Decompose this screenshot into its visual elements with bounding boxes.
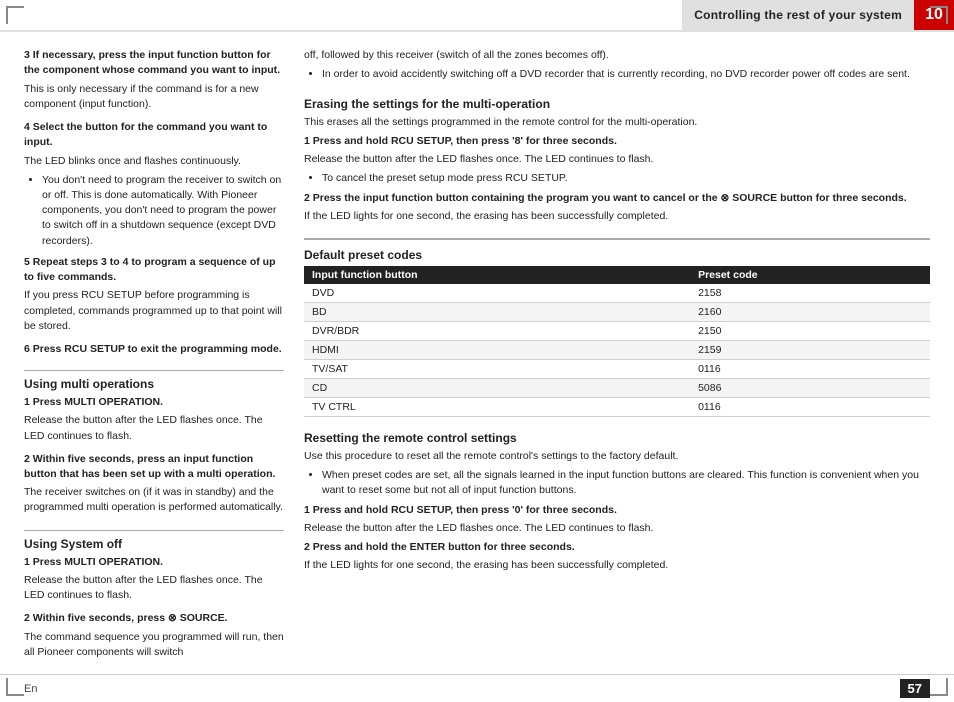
reset-step2-heading-text: 2 Press and hold the ENTER button for th… (304, 541, 575, 553)
erase-step2-heading-text: 2 Press the input function button contai… (304, 192, 907, 204)
table-row: TV CTRL0116 (304, 397, 930, 416)
erase-intro: This erases all the settings programmed … (304, 115, 930, 130)
multi-ops-title: Using multi operations (24, 377, 284, 391)
erase-step2-heading: 2 Press the input function button contai… (304, 191, 930, 206)
table-row: BD2160 (304, 302, 930, 321)
table-row: CD5086 (304, 378, 930, 397)
reset-intro: Use this procedure to reset all the remo… (304, 449, 930, 464)
table-cell-code: 0116 (690, 359, 930, 378)
erase-step1-heading-text: 1 Press and hold RCU SETUP, then press '… (304, 135, 617, 147)
corner-mark-tl (6, 6, 24, 24)
table-header-input: Input function button (304, 266, 690, 284)
erase-step1-bullets: To cancel the preset setup mode press RC… (304, 171, 930, 186)
top-bar: Controlling the rest of your system 10 (0, 0, 954, 32)
step6-heading: 6 Press RCU SETUP to exit the programmin… (24, 342, 284, 357)
table-cell-input: BD (304, 302, 690, 321)
sysoff-step2-heading: 2 Within five seconds, press ⊗ SOURCE. (24, 611, 284, 626)
step5-body: If you press RCU SETUP before programmin… (24, 288, 284, 334)
table-row: DVR/BDR2150 (304, 321, 930, 340)
step3-heading-text: 3 If necessary, press the input function… (24, 49, 280, 76)
footer: En 57 (0, 674, 954, 702)
corner-mark-br (930, 678, 948, 696)
reset-step1-heading-text: 1 Press and hold RCU SETUP, then press '… (304, 504, 617, 516)
multi-step1-heading: 1 Press MULTI OPERATION. (24, 395, 284, 410)
divider-multi (24, 370, 284, 371)
preset-title: Default preset codes (304, 248, 930, 262)
chapter-title: Controlling the rest of your system (694, 8, 902, 22)
table-cell-code: 0116 (690, 397, 930, 416)
step3-note: This is only necessary if the command is… (24, 82, 284, 112)
erase-step2-body: If the LED lights for one second, the er… (304, 209, 930, 224)
divider-sysoff (24, 530, 284, 531)
chapter-title-area: Controlling the rest of your system (682, 0, 914, 30)
multi-step2-heading-text: 2 Within five seconds, press an input fu… (24, 453, 275, 480)
table-cell-input: TV/SAT (304, 359, 690, 378)
right-column: off, followed by this receiver (switch o… (304, 48, 930, 664)
step4-body: The LED blinks once and flashes continuo… (24, 154, 284, 169)
multi-step2-body: The receiver switches on (if it was in s… (24, 485, 284, 515)
sysoff-bullet1: In order to avoid accidently switching o… (322, 67, 930, 82)
reset-title: Resetting the remote control settings (304, 431, 930, 445)
table-cell-input: HDMI (304, 340, 690, 359)
sysoff-step2-body: The command sequence you programmed will… (24, 630, 284, 660)
table-cell-code: 2159 (690, 340, 930, 359)
reset-step2-body: If the LED lights for one second, the er… (304, 558, 930, 573)
table-cell-code: 2158 (690, 284, 930, 303)
reset-section: Resetting the remote control settings Us… (304, 431, 930, 578)
reset-bullet1: When preset codes are set, all the signa… (322, 468, 930, 498)
main-content: 3 If necessary, press the input function… (0, 32, 954, 674)
table-header-code: Preset code (690, 266, 930, 284)
reset-step1-heading: 1 Press and hold RCU SETUP, then press '… (304, 503, 930, 518)
table-row: DVD2158 (304, 284, 930, 303)
erase-section: Erasing the settings for the multi-opera… (304, 97, 930, 228)
left-column: 3 If necessary, press the input function… (24, 48, 284, 664)
page-number: 57 (900, 679, 930, 698)
table-row: TV/SAT0116 (304, 359, 930, 378)
footer-page: 57 (900, 679, 930, 698)
multi-step1-body: Release the button after the LED flashes… (24, 413, 284, 443)
erase-step1-bullet: To cancel the preset setup mode press RC… (322, 171, 930, 186)
step6-heading-text: 6 Press RCU SETUP to exit the programmin… (24, 343, 282, 355)
corner-mark-tr (930, 6, 948, 24)
table-cell-input: CD (304, 378, 690, 397)
step4-heading: 4 Select the button for the command you … (24, 120, 284, 150)
table-cell-input: DVR/BDR (304, 321, 690, 340)
table-cell-input: DVD (304, 284, 690, 303)
table-cell-code: 2160 (690, 302, 930, 321)
multi-step2-heading: 2 Within five seconds, press an input fu… (24, 452, 284, 482)
reset-step2-heading: 2 Press and hold the ENTER button for th… (304, 540, 930, 555)
step3-heading: 3 If necessary, press the input function… (24, 48, 284, 78)
sysoff-continued: off, followed by this receiver (switch o… (304, 48, 930, 63)
sysoff-title: Using System off (24, 537, 284, 551)
sysoff-step2-heading-text: 2 Within five seconds, press ⊗ SOURCE. (24, 612, 228, 624)
erase-title: Erasing the settings for the multi-opera… (304, 97, 930, 111)
step5-heading-text: 5 Repeat steps 3 to 4 to program a seque… (24, 256, 275, 283)
table-cell-code: 2150 (690, 321, 930, 340)
erase-step1-body: Release the button after the LED flashes… (304, 152, 930, 167)
sysoff-step1-heading: 1 Press MULTI OPERATION. (24, 555, 284, 570)
step4-bullets: You don't need to program the receiver t… (24, 173, 284, 251)
reset-bullets: When preset codes are set, all the signa… (304, 468, 930, 498)
table-cell-code: 5086 (690, 378, 930, 397)
preset-codes-table: Input function button Preset code DVD215… (304, 266, 930, 417)
footer-lang: En (24, 683, 37, 695)
step4-bullet1: You don't need to program the receiver t… (42, 173, 284, 249)
erase-step1-heading: 1 Press and hold RCU SETUP, then press '… (304, 134, 930, 149)
preset-section: Default preset codes Input function butt… (304, 238, 930, 417)
step5-heading: 5 Repeat steps 3 to 4 to program a seque… (24, 255, 284, 285)
sysoff-bullets: In order to avoid accidently switching o… (304, 67, 930, 84)
reset-step1-body: Release the button after the LED flashes… (304, 521, 930, 536)
sysoff-step1-body: Release the button after the LED flashes… (24, 573, 284, 603)
table-cell-input: TV CTRL (304, 397, 690, 416)
step4-heading-text: 4 Select the button for the command you … (24, 121, 267, 148)
table-row: HDMI2159 (304, 340, 930, 359)
corner-mark-bl (6, 678, 24, 696)
multi-step1-heading-text: 1 Press MULTI OPERATION. (24, 396, 163, 408)
sysoff-step1-heading-text: 1 Press MULTI OPERATION. (24, 556, 163, 568)
